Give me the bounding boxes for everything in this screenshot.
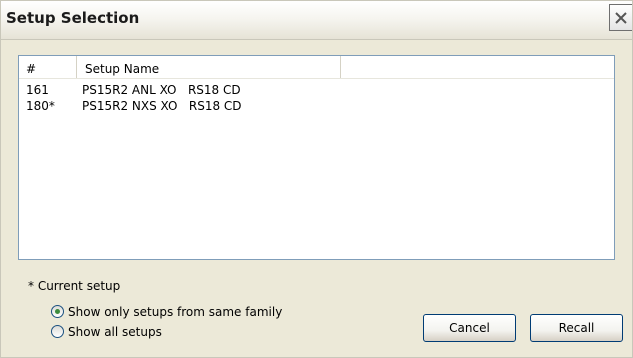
setup-name: PS15R2 NXS XO RS18 CD <box>82 99 242 113</box>
cancel-button[interactable]: Cancel <box>423 314 516 342</box>
recall-button[interactable]: Recall <box>530 314 623 342</box>
radio-button-checked[interactable] <box>51 305 64 318</box>
list-item[interactable]: 180* PS15R2 NXS XO RS18 CD <box>19 98 614 114</box>
list-item[interactable]: 161 PS15R2 ANL XO RS18 CD <box>19 82 614 98</box>
radio-label[interactable]: Show all setups <box>68 324 162 340</box>
list-rows: 161 PS15R2 ANL XO RS18 CD 180* PS15R2 NX… <box>19 82 614 114</box>
list-header: # Setup Name <box>19 56 614 79</box>
title-bar[interactable]: Setup Selection <box>1 1 632 40</box>
close-icon <box>615 12 627 24</box>
radio-button-unchecked[interactable] <box>51 325 64 338</box>
setup-name: PS15R2 ANL XO RS18 CD <box>82 83 241 97</box>
setup-list[interactable]: # Setup Name 161 PS15R2 ANL XO RS18 CD 1… <box>18 55 615 260</box>
radio-label[interactable]: Show only setups from same family <box>68 304 282 320</box>
setup-number: 161 <box>26 83 49 97</box>
column-header-number[interactable]: # <box>19 56 77 78</box>
setup-number: 180* <box>26 99 55 113</box>
setup-selection-dialog: Setup Selection # Setup Name 161 PS15R2 … <box>0 0 633 358</box>
dialog-title: Setup Selection <box>6 9 140 27</box>
current-setup-note: * Current setup <box>28 279 121 293</box>
close-button[interactable] <box>609 4 632 31</box>
column-header-setup-name[interactable]: Setup Name <box>77 56 341 78</box>
